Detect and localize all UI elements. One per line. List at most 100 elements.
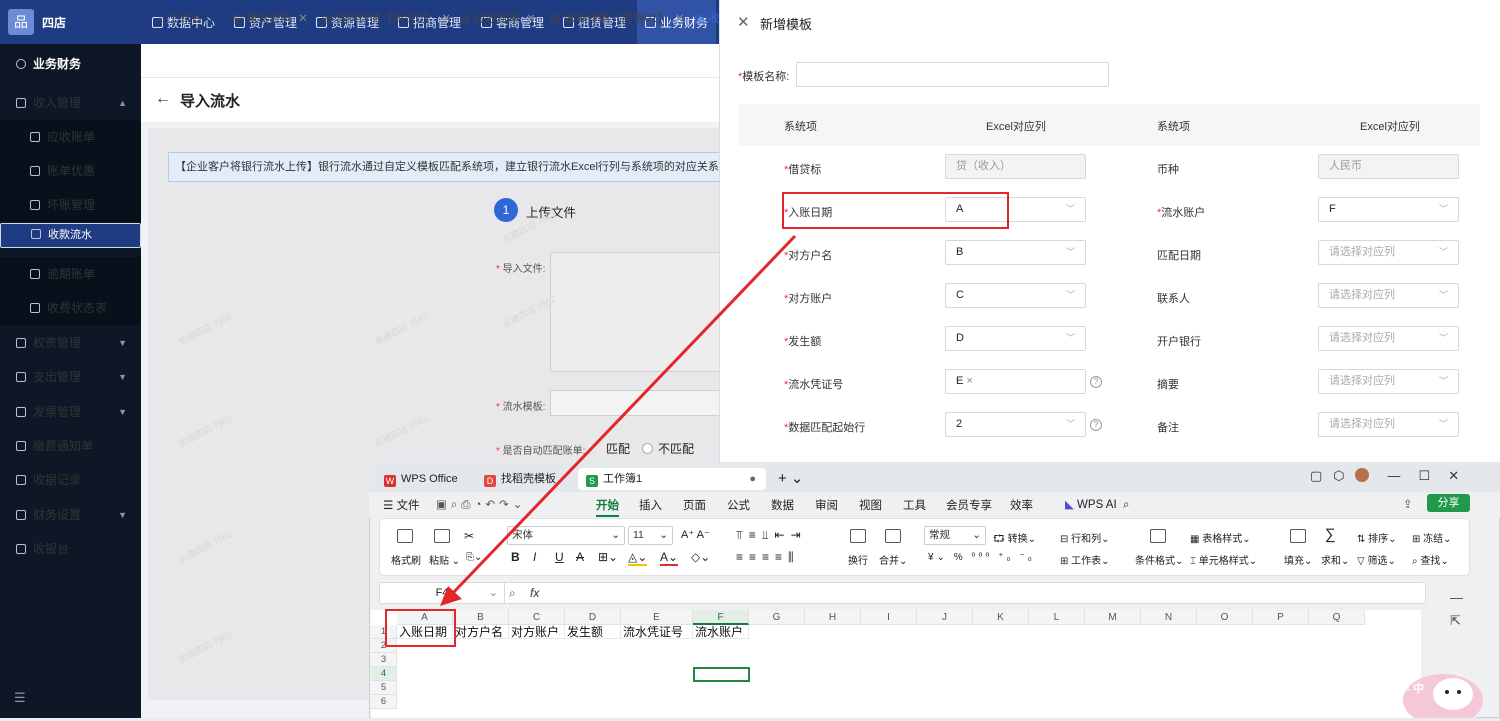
selected-cell[interactable]: [693, 667, 750, 682]
row-header-5[interactable]: 5: [371, 681, 397, 695]
select-voucher-no[interactable]: E ×: [945, 369, 1086, 394]
wps-tab-office[interactable]: W WPS Office: [376, 468, 466, 490]
sidebar-item-receivable[interactable]: 应收账单: [0, 120, 141, 154]
column-header-m[interactable]: M: [1085, 610, 1141, 625]
minimize-icon[interactable]: —: [1387, 468, 1400, 483]
cell-c1[interactable]: 对方账户: [509, 625, 565, 639]
column-header-b[interactable]: B: [453, 610, 509, 625]
sidebar-item-payment-notice[interactable]: 缴费通知单: [0, 429, 141, 463]
number-format-icons[interactable]: ¥⌄ % ⁰⁰⁰ ⁺₀ ⁻₀: [928, 552, 1035, 563]
help-icon[interactable]: ?: [1090, 419, 1102, 431]
filter-button[interactable]: ▽ 筛选⌄: [1357, 552, 1396, 567]
select-flow-account[interactable]: F ﹀: [1318, 197, 1459, 222]
underline-button[interactable]: U: [555, 550, 564, 564]
select-bank[interactable]: 请选择对应列 ﹀: [1318, 326, 1459, 351]
column-header-n[interactable]: N: [1141, 610, 1197, 625]
cell-e1[interactable]: 流水凭证号: [621, 625, 693, 639]
tag-close-icon[interactable]: ×: [966, 375, 972, 387]
column-header-e[interactable]: E: [621, 610, 693, 625]
avatar[interactable]: [1355, 468, 1370, 482]
column-header-p[interactable]: P: [1253, 610, 1309, 625]
cursor-icon[interactable]: ⇱: [1450, 613, 1461, 629]
column-header-f[interactable]: F: [693, 610, 749, 625]
sidebar-item-receipts[interactable]: 收据记录: [0, 463, 141, 497]
menu-insert[interactable]: 插入: [639, 497, 662, 513]
sidebar-item-cashier[interactable]: 收银台: [0, 532, 141, 566]
sidebar-item-invoice[interactable]: 发票管理 ▼: [0, 395, 141, 429]
conditional-format-button[interactable]: 条件格式⌄: [1135, 552, 1183, 567]
template-select[interactable]: [550, 390, 721, 416]
wrap-text-button[interactable]: 换行: [848, 552, 868, 567]
select-start-row[interactable]: 2 ﹀: [945, 412, 1086, 437]
restore-icon[interactable]: ▢: [1310, 468, 1322, 483]
font-color-icon[interactable]: A⌄: [660, 550, 679, 566]
sidebar-item-income[interactable]: 收入管理 ▲: [0, 86, 141, 120]
help-icon[interactable]: ?: [1090, 376, 1102, 388]
cloud-upload-icon[interactable]: ⇪: [1403, 497, 1413, 511]
sidebar-item-overdue[interactable]: 逾期账单: [0, 257, 141, 291]
font-family-select[interactable]: 宋体 ⌄: [507, 526, 625, 545]
menu-page[interactable]: 页面: [683, 497, 706, 513]
sort-button[interactable]: ⇅ 排序⌄: [1357, 530, 1397, 545]
menu-view[interactable]: 视图: [859, 497, 882, 513]
select-contact[interactable]: 请选择对应列 ﹀: [1318, 283, 1459, 308]
paste-button[interactable]: 粘贴 ⌄: [429, 552, 460, 567]
format-painter-button[interactable]: 格式刷: [391, 552, 421, 567]
radio-match[interactable]: 匹配: [606, 440, 630, 457]
tab-lease-contract[interactable]: ▤ 租赁合同 ✕: [232, 10, 308, 26]
menu-formula[interactable]: 公式: [727, 497, 750, 513]
wps-tab-workbook[interactable]: S 工作簿1 ●: [578, 468, 766, 490]
wps-tab-template[interactable]: D 找稻壳模板: [476, 468, 564, 490]
cut-icon[interactable]: ✂: [464, 529, 474, 543]
sidebar-item-cashflow[interactable]: 收款流水: [0, 223, 141, 248]
menu-home[interactable]: 开始: [596, 497, 619, 517]
cube-icon[interactable]: ⬡: [1333, 468, 1344, 483]
cell-b1[interactable]: 对方户名: [453, 625, 509, 639]
cell-reference-box[interactable]: F4 ⌄: [380, 583, 505, 603]
menu-wps-ai[interactable]: ◣ WPS AI ⌕: [1065, 497, 1130, 512]
radio-nomatch[interactable]: 不匹配: [642, 440, 694, 457]
zoom-icon[interactable]: ⌕: [509, 586, 516, 601]
column-header-i[interactable]: I: [861, 610, 917, 625]
upload-dropzone[interactable]: [550, 252, 721, 372]
row-col-button[interactable]: ⊟ 行和列⌄: [1060, 530, 1110, 545]
close-icon[interactable]: ✕: [1448, 468, 1459, 483]
border-icon[interactable]: ⊞⌄: [598, 550, 618, 564]
collapse-icon[interactable]: —: [1450, 590, 1463, 605]
close-icon[interactable]: ✕: [737, 13, 750, 31]
select-summary[interactable]: 请选择对应列 ﹀: [1318, 369, 1459, 394]
select-match-date[interactable]: 请选择对应列 ﹀: [1318, 240, 1459, 265]
close-icon[interactable]: ✕: [675, 13, 685, 25]
menu-data[interactable]: 数据: [771, 497, 794, 513]
template-name-input[interactable]: [796, 62, 1109, 87]
clear-icon[interactable]: ◇⌄: [691, 550, 710, 564]
cell-style-button[interactable]: ⌶ 单元格样式⌄: [1190, 552, 1257, 567]
fill-color-icon[interactable]: ◬⌄: [628, 550, 648, 566]
menu-tools[interactable]: 工具: [903, 497, 926, 513]
column-header-c[interactable]: C: [509, 610, 565, 625]
cell-d1[interactable]: 发生额: [565, 625, 621, 639]
sum-button[interactable]: 求和⌄: [1321, 552, 1349, 567]
tab-contract-detail[interactable]: ▤ 合同详情【测试C】 ✕: [321, 10, 451, 26]
menu-review[interactable]: 审阅: [815, 497, 838, 513]
merge-button[interactable]: 合并⌄: [879, 552, 907, 567]
menu-member[interactable]: 会员专享: [946, 497, 992, 513]
collapse-menu-icon[interactable]: ☰: [14, 690, 26, 706]
row-header-3[interactable]: 3: [371, 653, 397, 667]
fill-button[interactable]: 填充⌄: [1284, 552, 1312, 567]
row-header-6[interactable]: 6: [371, 695, 397, 709]
column-header-o[interactable]: O: [1197, 610, 1253, 625]
column-header-h[interactable]: H: [805, 610, 861, 625]
worksheet-button[interactable]: ⊞ 工作表⌄: [1060, 552, 1110, 567]
font-grow-icon[interactable]: A⁺ A⁻: [681, 528, 710, 541]
sidebar-item-discount[interactable]: 账单优惠: [0, 154, 141, 188]
convert-button[interactable]: ⮔ 转换⌄: [993, 530, 1036, 549]
bold-button[interactable]: B: [511, 550, 520, 564]
number-format-select[interactable]: 常规 ⌄: [924, 526, 986, 545]
sidebar-item-accrual[interactable]: 权责管理 ▼: [0, 326, 141, 360]
row-header-4[interactable]: 4: [371, 667, 397, 681]
fx-icon[interactable]: fx: [530, 586, 539, 600]
select-counterparty-account[interactable]: C ﹀: [945, 283, 1086, 308]
align-top-icons[interactable]: ⫪≡⫫⇤⇥: [736, 528, 807, 543]
close-icon[interactable]: ✕: [526, 13, 536, 25]
